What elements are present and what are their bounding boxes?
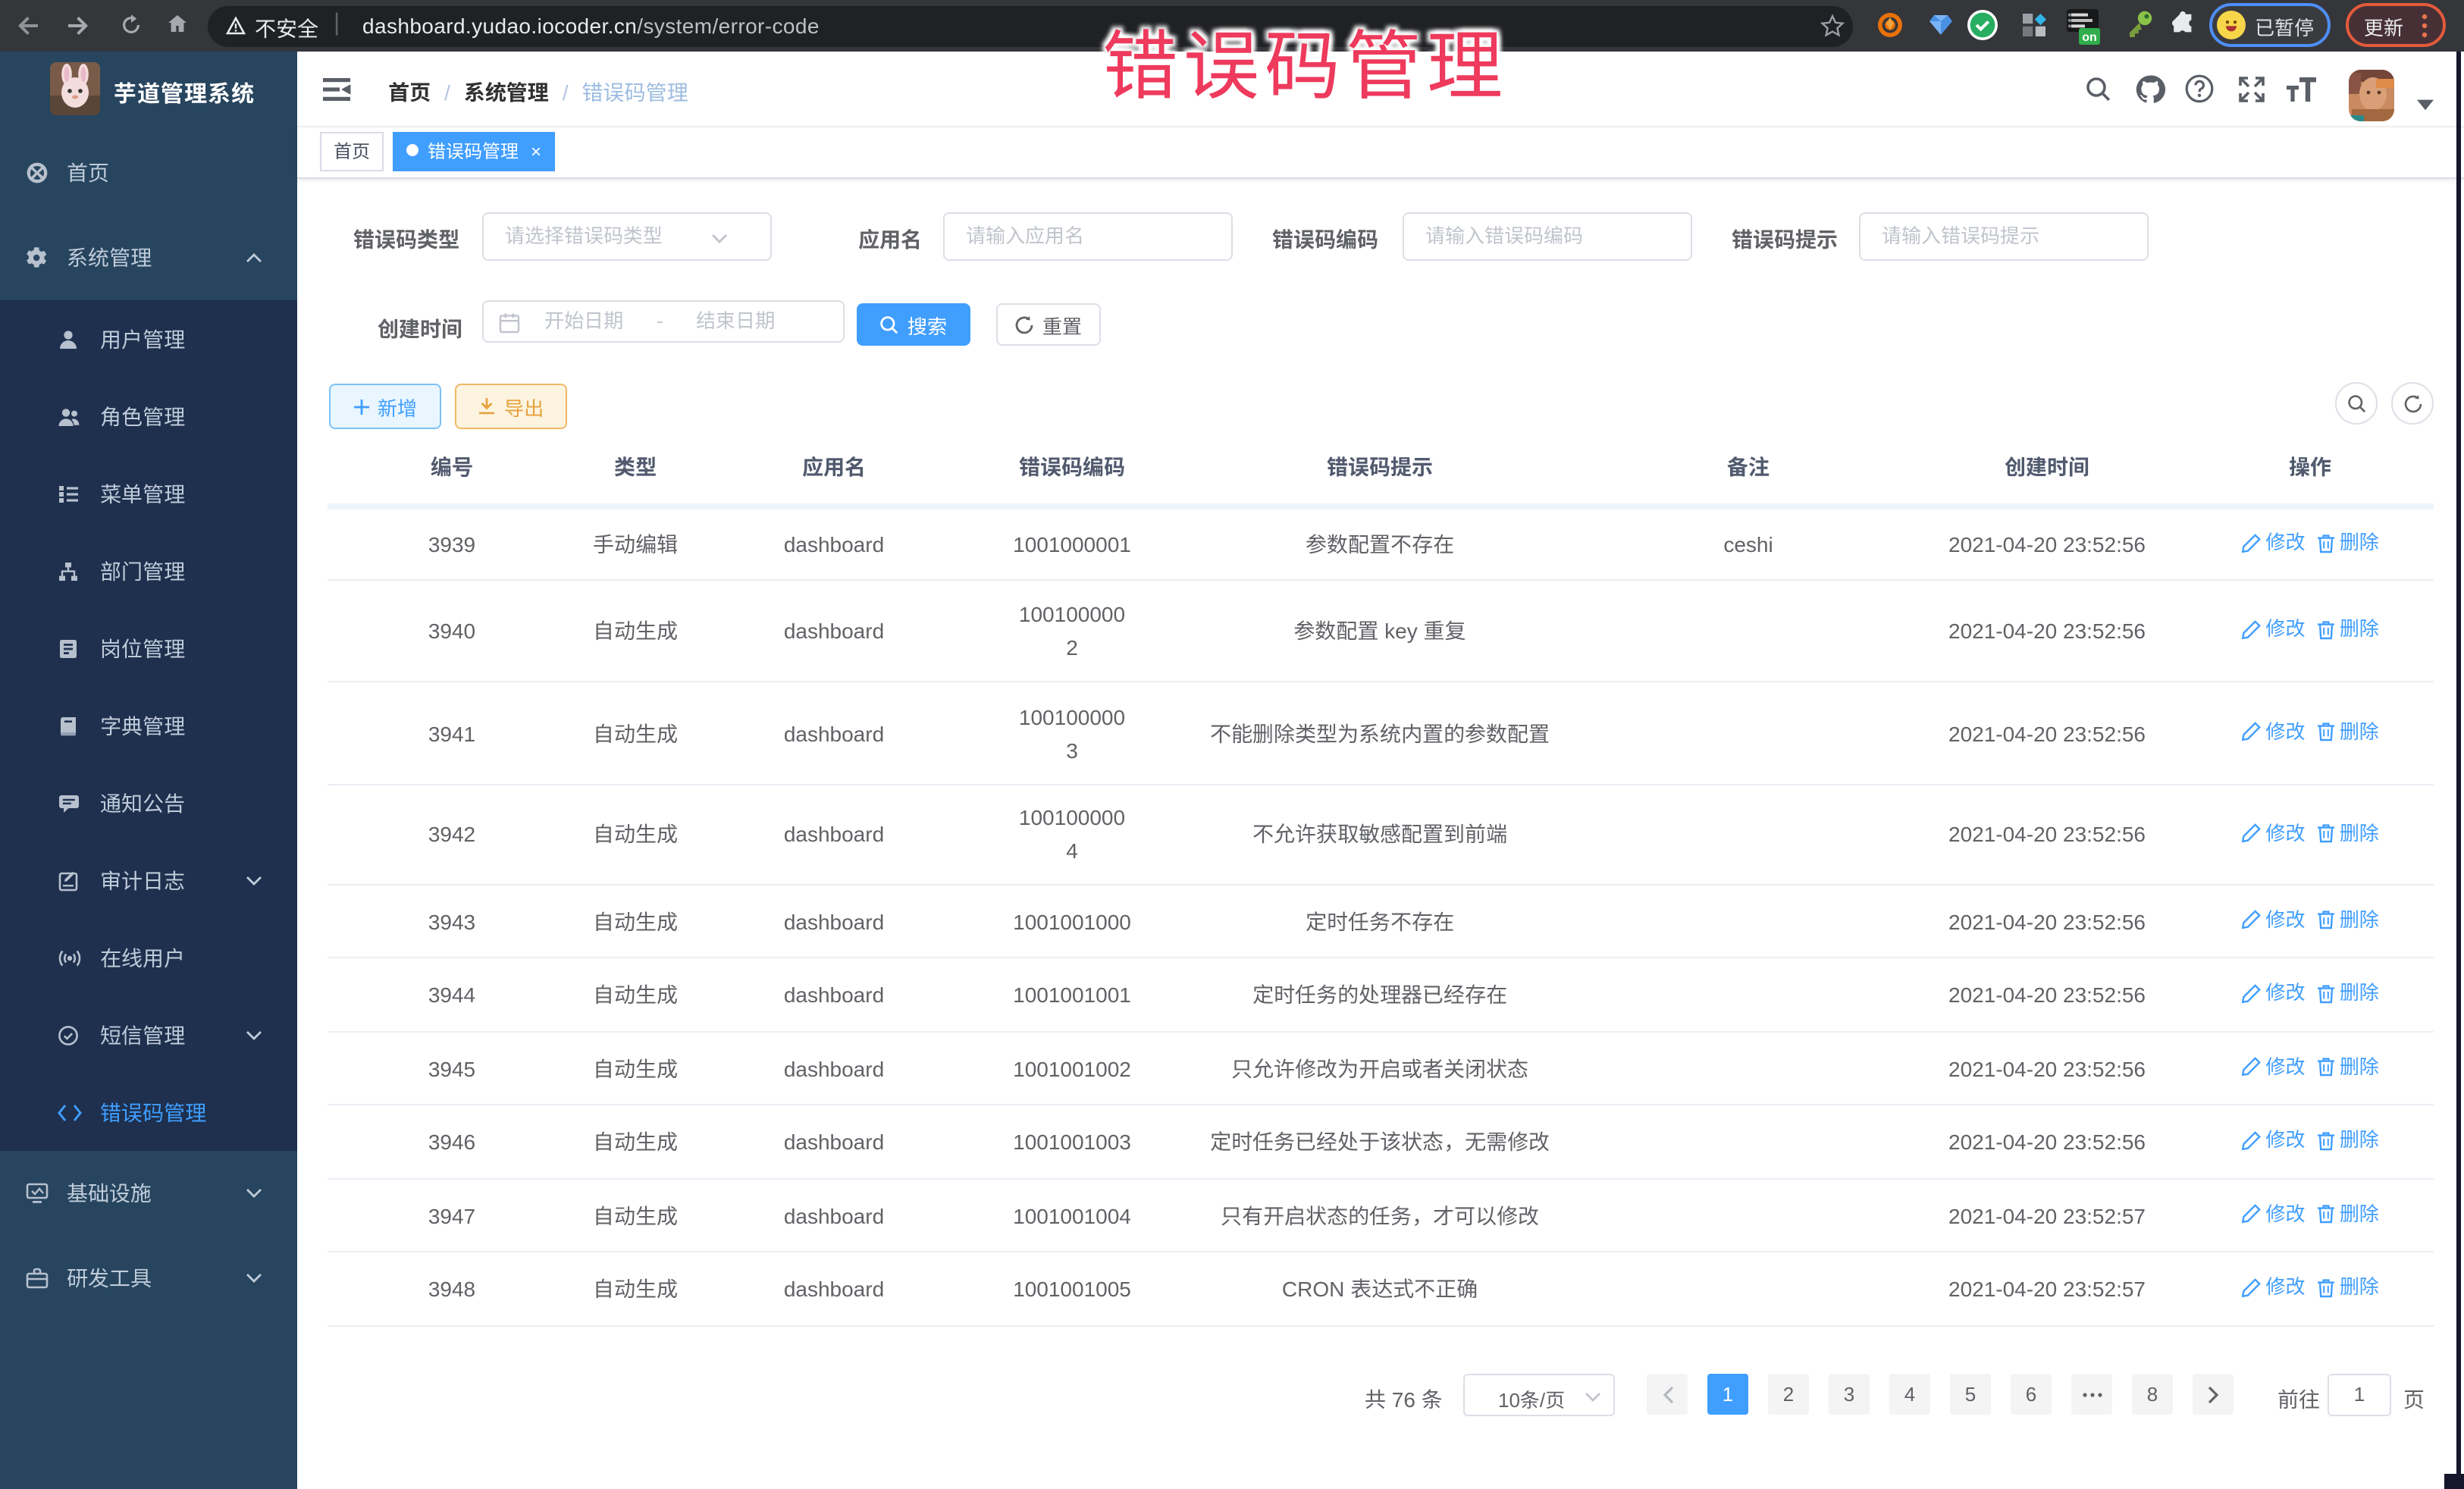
svg-text:on: on <box>2082 31 2097 44</box>
